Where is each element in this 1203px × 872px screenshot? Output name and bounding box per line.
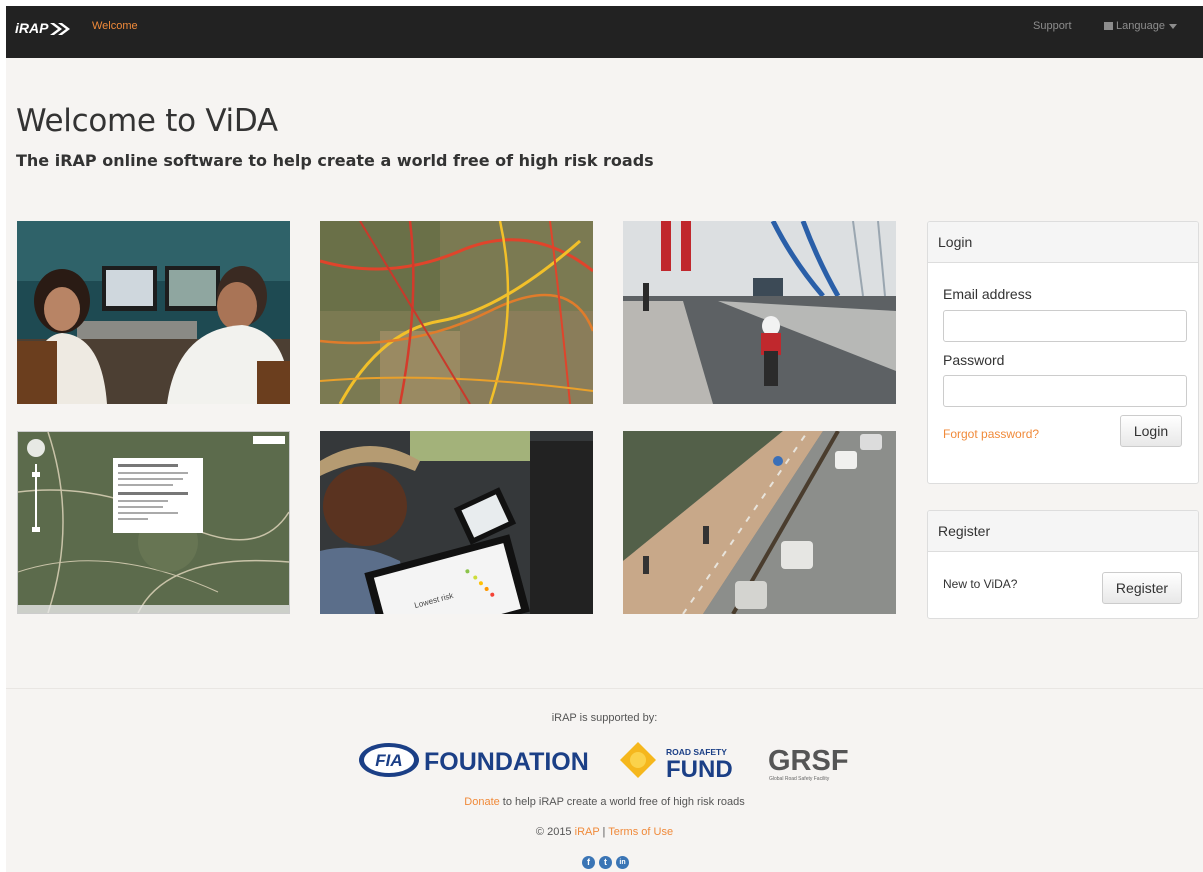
language-dropdown[interactable]: Language bbox=[1104, 20, 1177, 32]
language-label: Language bbox=[1116, 20, 1165, 32]
nav-welcome[interactable]: Welcome bbox=[92, 20, 138, 32]
password-label: Password bbox=[943, 352, 1005, 368]
donate-text: to help iRAP create a world free of high… bbox=[499, 796, 745, 808]
register-panel: Register New to ViDA? Register bbox=[927, 510, 1199, 619]
irap-link[interactable]: iRAP bbox=[575, 826, 600, 838]
donate-link[interactable]: Donate bbox=[464, 796, 499, 808]
footer-divider bbox=[6, 688, 1203, 689]
photo-satellite-map-popup bbox=[17, 431, 290, 614]
grsf-logo[interactable]: GRSF Global Road Safety Facility bbox=[768, 740, 864, 782]
photo-highway-traffic bbox=[623, 431, 896, 614]
photo-people-at-computers bbox=[17, 221, 290, 404]
login-panel-heading: Login bbox=[928, 222, 1198, 263]
register-prompt: New to ViDA? bbox=[943, 577, 1018, 591]
flag-icon bbox=[1104, 22, 1113, 31]
forgot-password-link[interactable]: Forgot password? bbox=[943, 427, 1039, 441]
fia-foundation-text: FOUNDATION bbox=[424, 748, 589, 776]
page-subtitle: The iRAP online software to help create … bbox=[16, 151, 654, 170]
photo-road-risk-map bbox=[320, 221, 593, 404]
register-button[interactable]: Register bbox=[1102, 572, 1182, 604]
terms-of-use-link[interactable]: Terms of Use bbox=[608, 826, 673, 838]
nav-support[interactable]: Support bbox=[1033, 20, 1072, 32]
fia-foundation-logo[interactable]: FIA FOUNDATION bbox=[358, 740, 600, 780]
login-panel: Login Email address Password Forgot pass… bbox=[927, 221, 1199, 484]
supported-by-text: iRAP is supported by: bbox=[551, 712, 658, 724]
page: iRAP Welcome Support Language Welcome to… bbox=[6, 6, 1203, 872]
brand-chevron-icon bbox=[50, 23, 70, 35]
password-field[interactable] bbox=[943, 375, 1187, 407]
brand-logo[interactable]: iRAP bbox=[15, 20, 48, 36]
email-label: Email address bbox=[943, 286, 1032, 302]
grsf-text: GRSF bbox=[768, 745, 849, 777]
grsf-subtext: Global Road Safety Facility bbox=[769, 776, 830, 782]
donate-line: Donate to help iRAP create a world free … bbox=[6, 796, 1203, 808]
photo-bridge-scooter bbox=[623, 221, 896, 404]
copyright-line: © 2015 iRAP | Terms of Use bbox=[6, 826, 1203, 838]
footer-separator: | bbox=[599, 826, 609, 838]
copyright-text: © 2015 bbox=[535, 826, 575, 838]
road-safety-fund-logo[interactable]: ROAD SAFETY FUND bbox=[618, 740, 748, 780]
linkedin-icon[interactable]: in bbox=[616, 856, 629, 869]
twitter-icon[interactable]: t bbox=[599, 856, 612, 869]
fia-badge-text: FIA bbox=[375, 751, 402, 770]
email-field[interactable] bbox=[943, 310, 1187, 342]
top-navbar: iRAP Welcome Support Language bbox=[6, 6, 1203, 58]
caret-down-icon bbox=[1168, 23, 1177, 29]
login-button[interactable]: Login bbox=[1120, 415, 1182, 447]
fund-line2-text: FUND bbox=[666, 756, 733, 780]
facebook-icon[interactable]: f bbox=[582, 856, 595, 869]
register-panel-heading: Register bbox=[928, 511, 1198, 552]
page-title: Welcome to ViDA bbox=[16, 103, 278, 139]
photo-man-with-tablet: Lowest risk bbox=[320, 431, 593, 614]
